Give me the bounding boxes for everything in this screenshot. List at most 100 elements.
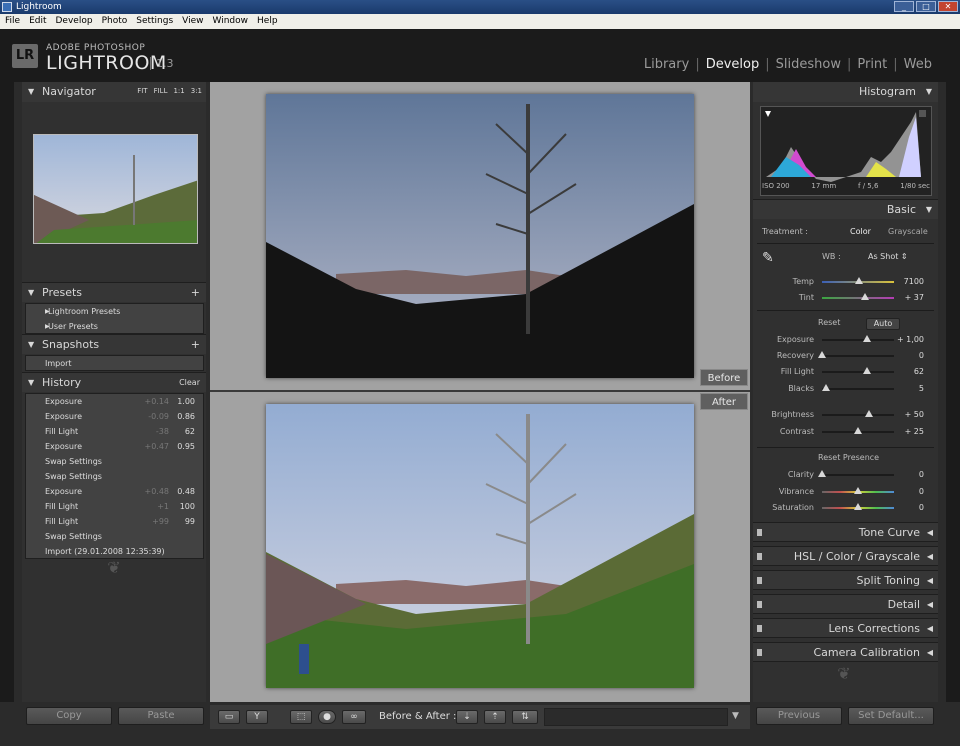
slider-blacks[interactable]: Blacks 5 — [753, 381, 938, 397]
previous-button[interactable]: Previous — [756, 707, 842, 725]
panel-switch-icon[interactable] — [757, 625, 762, 632]
navigator-zoom-3[interactable]: 3:1 — [191, 82, 202, 101]
history-item[interactable]: Fill Light +99 99 — [26, 514, 203, 529]
history-item[interactable]: Fill Light +1 100 — [26, 499, 203, 514]
slider-value[interactable]: 0 — [919, 348, 924, 364]
before-image[interactable] — [266, 94, 694, 378]
slider-vibrance[interactable]: Vibrance 0 — [753, 484, 938, 500]
left-panel-edge[interactable] — [0, 82, 14, 702]
history-item[interactable]: Fill Light -38 62 — [26, 424, 203, 439]
crop-tool-button[interactable]: ⬚ — [290, 710, 312, 724]
menu-item-develop[interactable]: Develop — [56, 14, 93, 29]
menu-item-file[interactable]: File — [5, 14, 20, 29]
menu-item-settings[interactable]: Settings — [136, 14, 173, 29]
slider-value[interactable]: 7100 — [904, 274, 924, 290]
slider-value[interactable]: + 37 — [905, 290, 924, 306]
navigator-zoom-0[interactable]: FIT — [137, 82, 147, 101]
menu-item-photo[interactable]: Photo — [102, 14, 128, 29]
panel-switch-icon[interactable] — [757, 601, 762, 608]
slider-brightness[interactable]: Brightness + 50 — [753, 407, 938, 423]
section-tone-curve[interactable]: Tone Curve ◀ — [753, 522, 938, 542]
menu-item-view[interactable]: View — [182, 14, 203, 29]
slider-track[interactable] — [822, 339, 894, 341]
panel-switch-icon[interactable] — [757, 649, 762, 656]
module-web[interactable]: Web — [904, 57, 932, 72]
treatment-grayscale-button[interactable]: Grayscale — [888, 227, 928, 236]
section-lens-corrections[interactable]: Lens Corrections ◀ — [753, 618, 938, 638]
slider-exposure[interactable]: Exposure + 1,00 — [753, 332, 938, 348]
history-item[interactable]: Exposure +0.48 0.48 — [26, 484, 203, 499]
section-split-toning[interactable]: Split Toning ◀ — [753, 570, 938, 590]
navigator-zoom-2[interactable]: 1:1 — [173, 82, 184, 101]
slider-value[interactable]: 5 — [919, 381, 924, 397]
slider-track[interactable] — [822, 297, 894, 299]
history-item[interactable]: Import (29.01.2008 12:35:39) — [26, 544, 203, 559]
slider-clarity[interactable]: Clarity 0 — [753, 467, 938, 483]
tone-reset-button[interactable]: Reset — [818, 318, 840, 327]
treatment-color-button[interactable]: Color — [850, 227, 871, 236]
slider-thumb[interactable] — [864, 410, 873, 417]
module-slideshow[interactable]: Slideshow — [776, 57, 841, 72]
history-item[interactable]: Swap Settings — [26, 469, 203, 484]
copy-button[interactable]: Copy — [26, 707, 112, 725]
maximize-button[interactable]: □ — [916, 1, 936, 12]
menu-item-window[interactable]: Window — [213, 14, 249, 29]
section-detail[interactable]: Detail ◀ — [753, 594, 938, 614]
navigator-zoom-1[interactable]: FILL — [154, 82, 168, 101]
slider-thumb[interactable] — [818, 470, 826, 477]
slider-thumb[interactable] — [818, 351, 826, 358]
slider-track[interactable] — [822, 388, 894, 390]
slider-value[interactable]: + 50 — [905, 407, 924, 423]
loupe-view-button[interactable]: ▭ — [218, 710, 240, 724]
toolbar-menu-icon[interactable]: ▼ — [732, 711, 739, 721]
slider-thumb[interactable] — [854, 487, 862, 494]
history-item[interactable]: Exposure -0.09 0.86 — [26, 409, 203, 424]
copy-after-to-before-button[interactable]: ⇡ — [484, 710, 506, 724]
snapshots-header[interactable]: ▼ Snapshots + — [22, 334, 206, 354]
slider-value[interactable]: + 1,00 — [897, 332, 924, 348]
section-hsl-color-grayscale[interactable]: HSL / Color / Grayscale ◀ — [753, 546, 938, 566]
tone-auto-button[interactable]: Auto — [866, 318, 900, 330]
presence-reset-button[interactable]: Reset Presence — [818, 453, 879, 462]
history-header[interactable]: ▼ History Clear — [22, 372, 206, 392]
paste-button[interactable]: Paste — [118, 707, 204, 725]
slider-contrast[interactable]: Contrast + 25 — [753, 424, 938, 440]
module-library[interactable]: Library — [644, 57, 689, 72]
close-button[interactable]: ✕ — [938, 1, 958, 12]
menu-item-edit[interactable]: Edit — [29, 14, 46, 29]
slider-thumb[interactable] — [821, 384, 830, 391]
module-develop[interactable]: Develop — [706, 57, 760, 72]
slider-value[interactable]: 0 — [919, 467, 924, 483]
slider-thumb[interactable] — [862, 367, 871, 374]
history-item[interactable]: Exposure +0.47 0.95 — [26, 439, 203, 454]
section-camera-calibration[interactable]: Camera Calibration ◀ — [753, 642, 938, 662]
before-after-view-button[interactable]: Y — [246, 710, 268, 724]
slider-value[interactable]: 0 — [919, 484, 924, 500]
slider-value[interactable]: 0 — [919, 500, 924, 516]
history-item[interactable]: Swap Settings — [26, 529, 203, 544]
slider-thumb[interactable] — [861, 293, 870, 300]
slider-thumb[interactable] — [854, 503, 862, 510]
clear-history-button[interactable]: Clear — [179, 373, 200, 392]
redeye-button[interactable]: ∞ — [342, 710, 366, 724]
menu-item-help[interactable]: Help — [257, 14, 278, 29]
slider-fill-light[interactable]: Fill Light 62 — [753, 364, 938, 380]
add-preset-icon[interactable]: + — [191, 283, 200, 302]
spot-removal-button[interactable]: ● — [318, 710, 336, 724]
list-item[interactable]: User Presets ▶ — [26, 319, 203, 334]
panel-switch-icon[interactable] — [757, 529, 762, 536]
navigator-preview[interactable] — [33, 134, 198, 244]
navigator-header[interactable]: ▼ Navigator FIT FILL 1:1 3:1 — [22, 82, 206, 102]
wb-eyedropper-icon[interactable]: ✎ — [762, 250, 784, 272]
slider-value[interactable]: 62 — [914, 364, 924, 380]
basic-header[interactable]: Basic ▼ — [753, 199, 938, 219]
minimize-button[interactable]: _ — [894, 1, 914, 12]
panel-switch-icon[interactable] — [757, 577, 762, 584]
slider-thumb[interactable] — [862, 335, 871, 342]
slider-saturation[interactable]: Saturation 0 — [753, 500, 938, 516]
histogram-header[interactable]: Histogram ▼ — [753, 82, 938, 102]
add-snapshot-icon[interactable]: + — [191, 335, 200, 354]
right-panel-edge[interactable] — [946, 82, 960, 702]
slider-track[interactable] — [822, 414, 894, 416]
copy-before-to-after-button[interactable]: ⇣ — [456, 710, 478, 724]
